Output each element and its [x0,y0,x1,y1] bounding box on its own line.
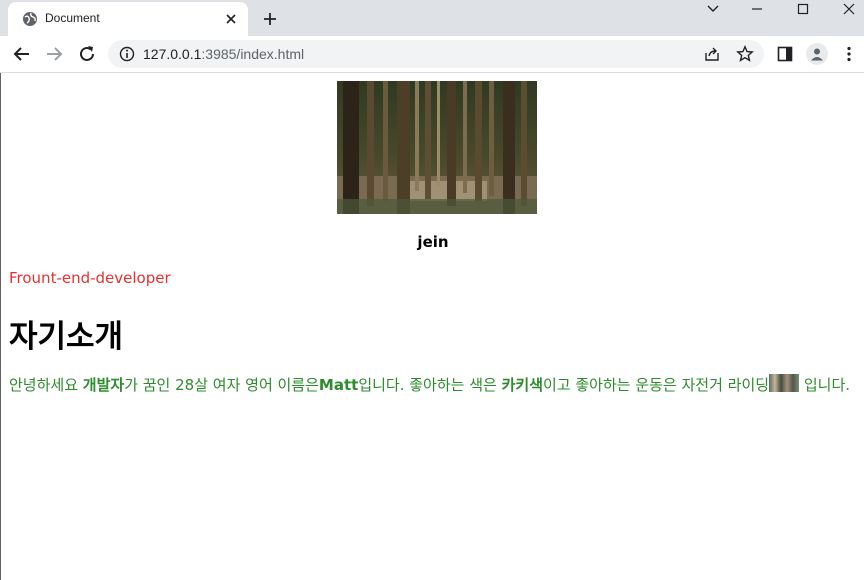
address-bar[interactable]: 127.0.0.1:3985/index.html [108,40,764,68]
tab-strip: Document [0,0,864,36]
browser-tab[interactable]: Document [8,2,248,36]
side-panel-icon[interactable] [777,46,793,62]
forest-image [337,81,537,214]
url-path: :3985/index.html [201,46,305,62]
menu-icon[interactable] [846,46,852,62]
plus-icon[interactable] [262,11,278,27]
window-close-icon [843,3,855,15]
maximize-icon [797,3,809,15]
share-icon[interactable] [704,46,720,62]
profile-icon [811,48,823,61]
intro-bold-developer: 개발자 [82,376,125,394]
intro-text-2: 가 꿈인 28살 여자 영어 이름은 [124,376,319,394]
reload-icon[interactable] [77,44,97,64]
url-host: 127.0.0.1 [143,46,202,62]
tab-title: Document [45,11,100,25]
minimize-button[interactable] [734,0,780,18]
tab-search-button[interactable] [690,0,736,18]
url-text: 127.0.0.1:3985/index.html [143,46,304,62]
profile-name: jein [417,233,449,251]
intro-text-3: 입니다. 좋아하는 색은 [358,376,502,394]
browser-toolbar: 127.0.0.1:3985/index.html [0,36,864,73]
minimize-icon [752,8,762,10]
cycling-image [769,374,800,392]
star-icon[interactable] [736,45,754,63]
intro-bold-name: Matt [318,376,359,394]
intro-text-4: 이고 좋아하는 운동은 자전거 라이딩 [543,376,770,394]
profile-role: Frount-end-developer [9,269,171,287]
window-close-button[interactable] [826,0,864,18]
forward-arrow-icon[interactable] [44,44,64,64]
profile-button[interactable] [806,43,828,65]
intro-text-1: 안녕하세요 [9,376,83,394]
back-arrow-icon[interactable] [12,44,32,64]
intro-paragraph: 안녕하세요 개발자가 꿈인 28살 여자 영어 이름은Matt입니다. 좋아하는… [9,373,863,398]
chevron-down-icon [707,5,719,12]
maximize-button[interactable] [780,0,826,18]
page-heading: 자기소개 [9,319,124,355]
info-icon[interactable] [119,46,135,62]
intro-bold-color: 카키색 [501,376,543,394]
close-icon[interactable] [224,12,238,26]
intro-text-5: 입니다. [799,376,851,394]
page-viewport: jein Frount-end-developer 자기소개 안녕하세요 개발자… [0,73,864,580]
globe-icon [23,12,37,26]
